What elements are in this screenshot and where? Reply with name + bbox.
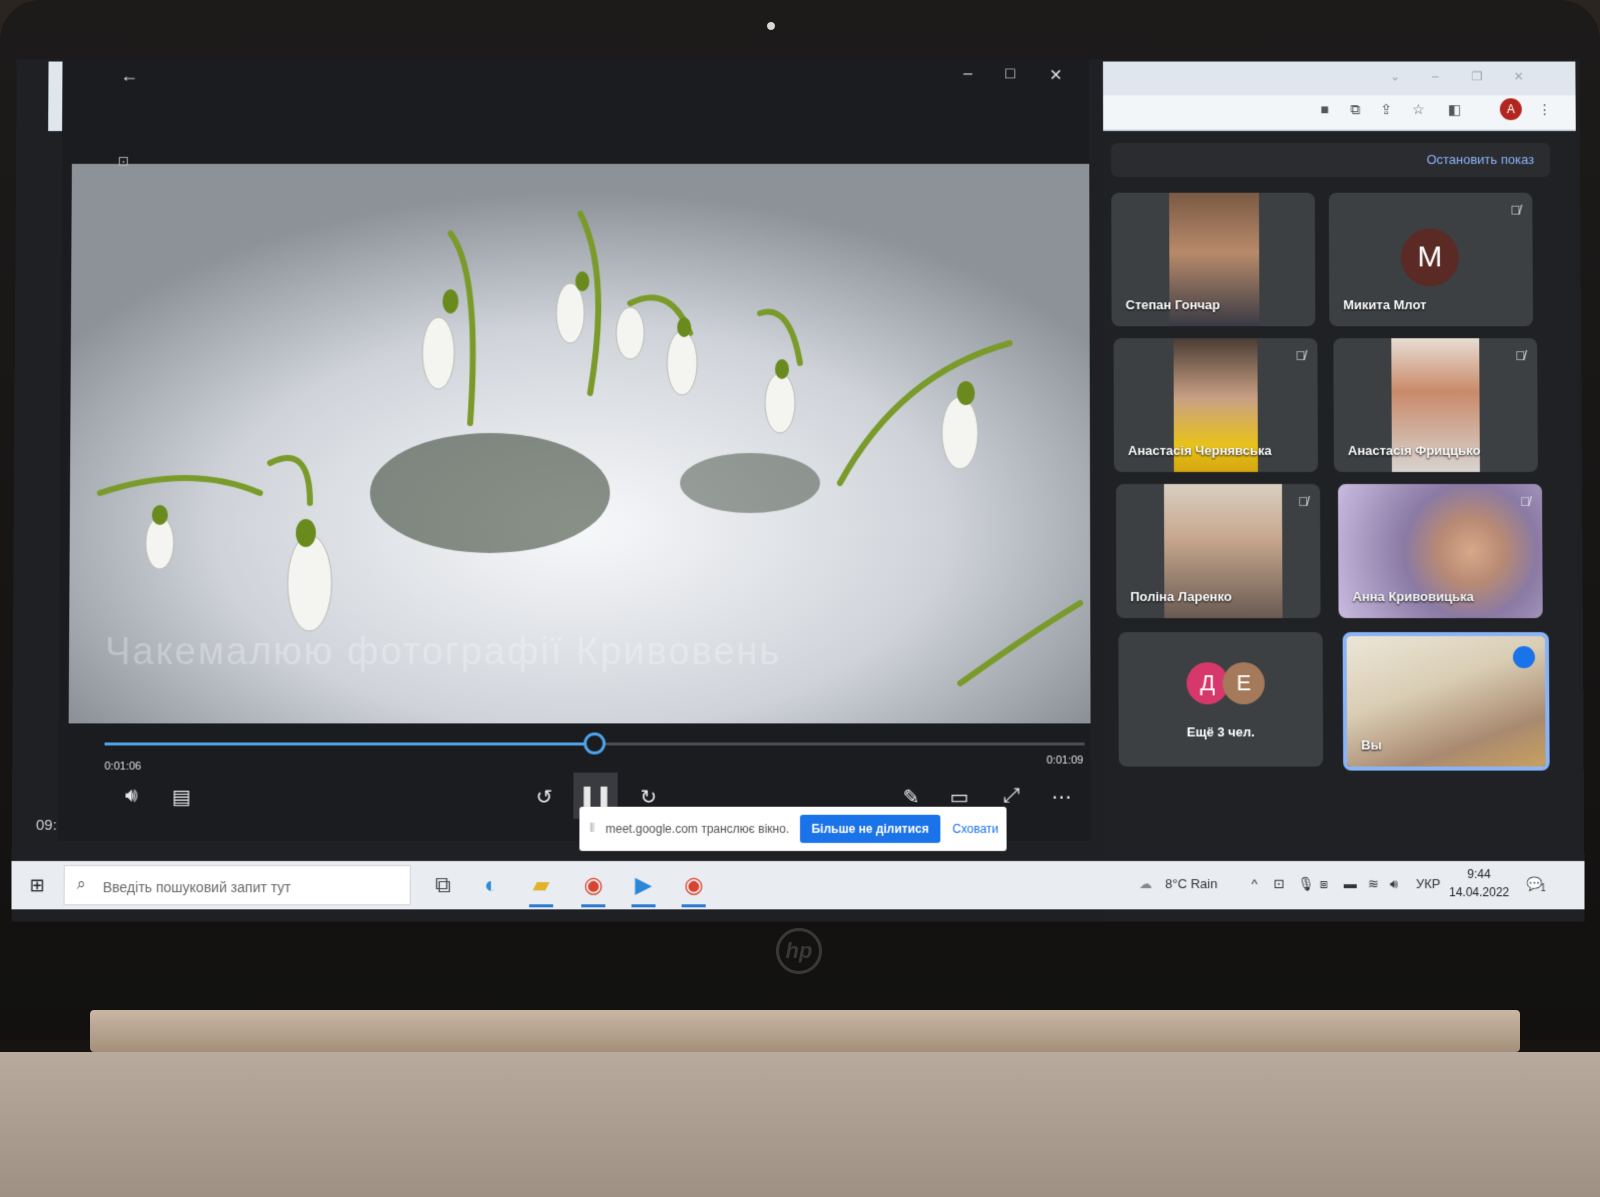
video-frame[interactable]: Чакемалюю фотографії Кривовень (68, 163, 1091, 724)
profile-avatar[interactable]: A (1499, 98, 1522, 121)
edge-icon[interactable]: ◐ (473, 869, 509, 901)
volume-icon[interactable]: 🔊︎ (116, 785, 146, 808)
movies-tv-icon[interactable]: ▶ (625, 869, 661, 901)
hp-logo: hp (776, 928, 822, 974)
back-arrow-icon[interactable]: ← (120, 65, 138, 86)
share-icon[interactable]: ⇪ (1380, 101, 1392, 118)
battery-icon[interactable]: ▬ (1344, 876, 1357, 891)
close-icon[interactable]: ✕ (1049, 65, 1062, 85)
tray-app-icon[interactable]: ⊡ (1273, 876, 1284, 892)
participant-tile[interactable]: 🎙̸ Анастасія Фриццько (1333, 338, 1538, 473)
mic-off-icon: 🎙̸ (1295, 348, 1306, 364)
participant-tile[interactable]: 🎙̸ М Микита Млот (1328, 192, 1534, 327)
clock[interactable]: 9:44 14.04.2022 (1446, 865, 1512, 901)
task-view-icon[interactable]: ⧉ (425, 869, 461, 901)
share-message: meet.google.com транслює вікно. (605, 821, 790, 836)
close-icon[interactable]: ✕ (1514, 69, 1524, 83)
file-explorer-icon[interactable]: ▰ (523, 869, 559, 901)
more-options-icon[interactable]: ⋯ (1047, 785, 1077, 810)
rewind-10-icon[interactable]: ↺ (529, 785, 559, 810)
subtitles-icon[interactable]: ▤ (166, 785, 196, 810)
chrome-window: ⌄ – ❐ ✕ ■ ⧉ ⇪ ☆ ◧ A ⋮ (1102, 61, 1576, 132)
chevron-up-icon[interactable]: ^ (1251, 876, 1257, 891)
search-placeholder: Введіть пошуковий запит тут (102, 879, 291, 896)
participant-name: Степан Гончар (1125, 297, 1221, 313)
speaking-indicator-icon (1512, 646, 1536, 669)
chevron-down-icon[interactable]: ⌄ (1390, 69, 1400, 83)
language-indicator[interactable]: УКР (1416, 876, 1441, 891)
notification-count: 1 (1540, 883, 1546, 895)
weather-text[interactable]: 8°C Rain (1165, 876, 1217, 891)
progress-thumb[interactable] (583, 732, 606, 755)
minimize-icon[interactable]: – (963, 65, 972, 83)
avatar: Е (1222, 662, 1265, 705)
translate-icon[interactable]: ⧉ (1350, 101, 1360, 118)
star-icon[interactable]: ☆ (1412, 101, 1425, 118)
chrome-icon[interactable]: ◉ (676, 869, 712, 901)
laptop-deck (0, 1052, 1600, 1197)
clock-time: 9:44 (1467, 867, 1491, 882)
time-remaining: 0:01:09 (1046, 754, 1084, 767)
video-watermark: Чакемалюю фотографії Кривовень (104, 631, 782, 674)
camera-icon[interactable]: ■ (1320, 101, 1329, 117)
volume-icon[interactable]: 🔊︎ (1390, 876, 1398, 892)
hide-banner-link[interactable]: Сховати (952, 822, 998, 836)
mic-off-icon: 🎙̸ (1515, 348, 1526, 364)
stop-presenting-button[interactable]: Остановить показ (1426, 152, 1534, 167)
participant-name: Анастасія Чернявська (1127, 443, 1272, 459)
wifi-icon[interactable]: ≋ (1368, 876, 1379, 892)
participant-tile[interactable]: 🎙̸ Поліна Ларенко (1115, 484, 1321, 619)
player-titlebar: ← – □ ✕ (62, 60, 1089, 96)
participant-tile[interactable]: 🎙̸ Анна Кривовицька (1337, 484, 1543, 619)
mic-off-icon: 🎙̸ (1298, 493, 1309, 510)
presenting-bar: Остановить показ (1111, 143, 1551, 177)
weather-icon[interactable]: ☁ (1139, 876, 1152, 892)
minimize-icon[interactable]: – (1432, 69, 1439, 83)
participant-name: Поліна Ларенко (1130, 589, 1232, 605)
mic-off-icon: 🎙̸ (1510, 202, 1521, 218)
stop-sharing-button[interactable]: Більше не ділитися (800, 814, 941, 843)
self-tile[interactable]: Вы (1342, 632, 1550, 771)
participant-tile[interactable]: 🎙̸ Анастасія Чернявська (1113, 338, 1318, 473)
participant-name: Анна Кривовицька (1352, 589, 1474, 605)
time-elapsed: 0:01:06 (104, 760, 142, 773)
windows-start-icon[interactable]: ⊞ (30, 875, 45, 896)
side-clock: 09: (35, 816, 57, 834)
meet-panel: Остановить показ Степан Гончар 🎙̸ М Мики… (1103, 133, 1581, 922)
restore-icon[interactable]: ❐ (1472, 69, 1483, 83)
webcam (767, 22, 775, 30)
more-participants-tile[interactable]: Д Е Ещё 3 чел. (1118, 632, 1324, 767)
chrome-profile-icon[interactable]: ◉ (575, 869, 611, 901)
video-player-window: ← – □ ✕ Чакемалюю фотографії Кривовень ⊡… (57, 59, 1091, 841)
avatar: М (1400, 228, 1459, 287)
drag-handle-icon[interactable]: ⦀ (589, 821, 594, 836)
participant-name: Микита Млот (1343, 297, 1427, 313)
search-icon: ⌕ (76, 876, 86, 894)
microphone-icon[interactable]: 🎙︎ (1298, 876, 1315, 892)
participant-tile[interactable]: Степан Гончар (1111, 192, 1316, 327)
screen-share-banner: ⦀ meet.google.com транслює вікно. Більше… (579, 806, 1007, 851)
self-label: Вы (1361, 737, 1382, 753)
search-input[interactable]: ⌕ Введіть пошуковий запит тут (63, 865, 411, 906)
share-screen-icon: ⊡ (117, 152, 130, 169)
menu-icon[interactable]: ⋮ (1538, 101, 1552, 118)
clock-date: 14.04.2022 (1449, 885, 1510, 900)
progress-fill (104, 742, 595, 746)
participant-name: Анастасія Фриццько (1347, 443, 1481, 459)
screen-share-tray-icon[interactable]: ⧈ (1320, 876, 1328, 892)
laptop-hinge (90, 1010, 1520, 1052)
more-participants-label: Ещё 3 чел. (1186, 724, 1255, 740)
maximize-icon[interactable]: □ (1005, 65, 1015, 83)
fullscreen-icon[interactable]: ⤢ (996, 785, 1026, 808)
sidepanel-icon[interactable]: ◧ (1448, 101, 1461, 118)
screen: G ← ⌄ – ❐ ✕ ■ ⧉ ⇪ ☆ ◧ A ⋮ Остановить пок… (11, 59, 1585, 922)
taskbar: ⊞ ⌕ Введіть пошуковий запит тут ⧉ ◐ ▰ ◉ … (11, 861, 1585, 910)
mic-off-icon: 🎙̸ (1520, 493, 1531, 510)
